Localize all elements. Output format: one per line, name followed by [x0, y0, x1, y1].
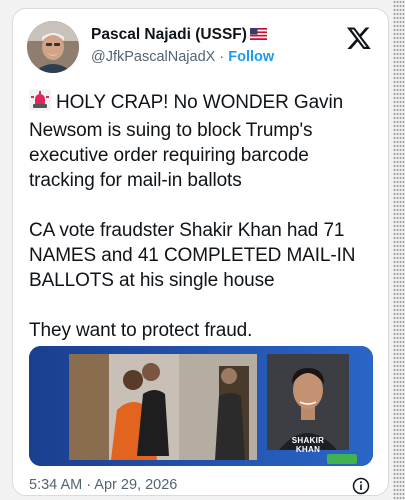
media-caption: SHAKIR KHAN: [273, 436, 343, 454]
x-logo-icon[interactable]: [346, 25, 372, 51]
tweet-paragraph-3: They want to protect fraud.: [29, 320, 253, 341]
tweet-timestamp[interactable]: 5:34 AM · Apr 29, 2026: [29, 477, 177, 493]
siren-icon: [29, 89, 51, 118]
follow-button[interactable]: Follow: [228, 49, 274, 65]
tweet-text: HOLY CRAP! No WONDER Gavin Newsom is sui…: [29, 89, 379, 368]
tweet-paragraph-2: CA vote fraudster Shakir Khan had 71 NAM…: [29, 220, 356, 291]
handle-line: @JfkPascalNajadX · Follow: [91, 49, 274, 65]
author-name[interactable]: Pascal Najadi (USSF): [91, 26, 267, 45]
avatar[interactable]: [27, 21, 79, 73]
tweet-paragraph: HOLY CRAP! No WONDER Gavin Newsom is sui…: [29, 89, 379, 193]
media-image[interactable]: SHAKIR KHAN: [29, 346, 373, 466]
media-caption-line2: KHAN: [295, 445, 321, 454]
info-icon[interactable]: [352, 477, 370, 495]
author-name-text: Pascal Najadi (USSF): [91, 26, 247, 43]
media-caption-line1: SHAKIR: [291, 436, 325, 445]
tweet-paragraph-1: HOLY CRAP! No WONDER Gavin Newsom is sui…: [29, 92, 344, 191]
separator-dot: ·: [219, 49, 225, 65]
us-flag-icon: [249, 27, 267, 45]
scan-border-dots: [393, 0, 405, 500]
author-handle[interactable]: @JfkPascalNajadX: [91, 49, 215, 65]
tweet-card: Pascal Najadi (USSF) @JfkPascalNajadX · …: [12, 8, 389, 496]
